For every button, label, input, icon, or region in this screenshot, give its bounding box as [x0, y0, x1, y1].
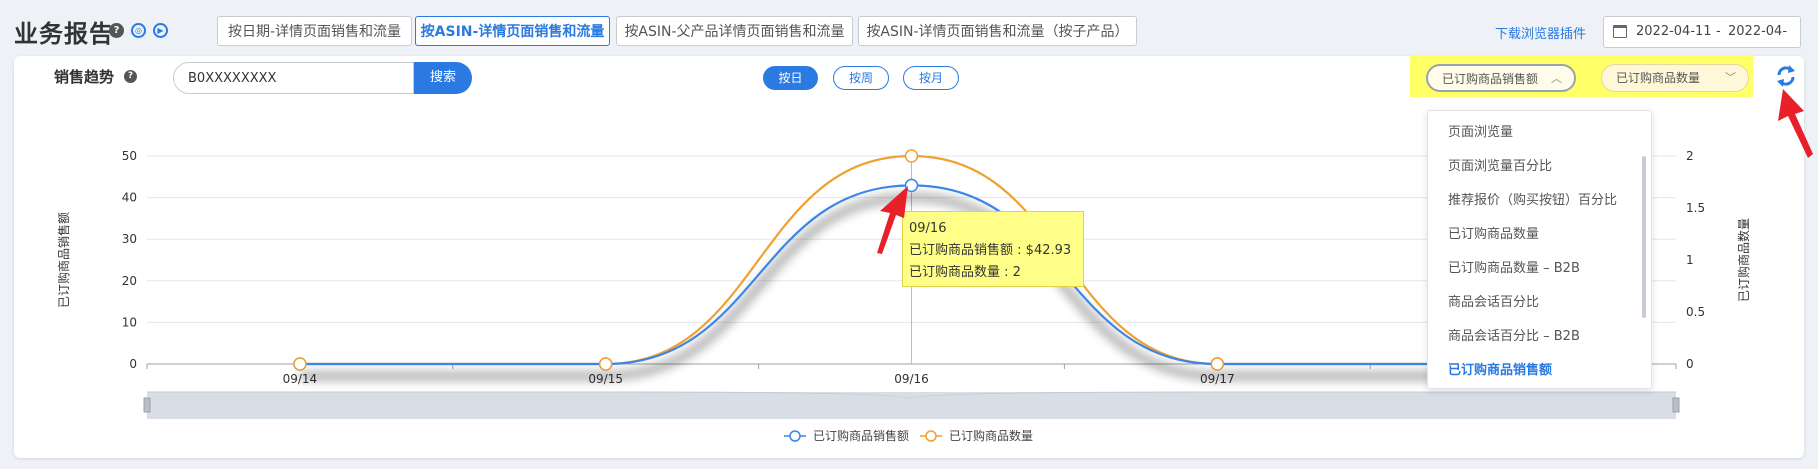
series-quantity-point[interactable]: [904, 149, 919, 163]
dropdown-item[interactable]: 推荐报价（购买按钮）百分比: [1448, 189, 1617, 208]
y-right-tick-label: 0: [1686, 357, 1694, 371]
y-left-tick-label: 20: [122, 274, 137, 288]
dropdown-item[interactable]: 商品会话百分比: [1448, 291, 1539, 310]
y-left-tick-label: 30: [122, 232, 137, 246]
x-tick-label: 09/16: [894, 372, 929, 386]
dropdown-item[interactable]: 已订购商品数量: [1448, 223, 1539, 242]
tooltip-row-1: 已订购商品销售额 : $42.93: [909, 243, 1072, 258]
series-quantity-point[interactable]: [293, 357, 307, 371]
metric-dropdown-menu[interactable]: 页面浏览量 页面浏览量百分比 推荐报价（购买按钮）百分比 已订购商品数量 已订购…: [1427, 110, 1652, 389]
tooltip-row-2: 已订购商品数量 : 2: [909, 265, 1021, 280]
legend-series-2: 已订购商品数量: [949, 428, 1033, 443]
dropdown-item[interactable]: 商品会话百分比 – B2B: [1448, 325, 1580, 344]
y-right-tick-label: 0.5: [1686, 305, 1705, 319]
y-axis-left-label: 已订购商品销售额: [56, 212, 71, 308]
chart-tooltip: 09/16 已订购商品销售额 : $42.93 已订购商品数量 : 2: [902, 211, 1084, 287]
dropdown-item-selected[interactable]: 已订购商品销售额: [1448, 359, 1552, 378]
series-quantity-point[interactable]: [1210, 357, 1225, 371]
y-left-tick-label: 50: [122, 149, 137, 163]
zoom-handle-right[interactable]: [1672, 397, 1680, 413]
dropdown-item[interactable]: 页面浏览量百分比: [1448, 155, 1552, 174]
y-right-tick-label: 2: [1686, 149, 1694, 163]
tooltip-date: 09/16: [909, 221, 947, 236]
y-right-tick-label: 1: [1686, 253, 1694, 267]
zoom-slider[interactable]: [147, 392, 1676, 419]
chart-legend[interactable]: 已订购商品销售额 已订购商品数量: [784, 428, 1033, 443]
dropdown-scrollbar[interactable]: [1642, 156, 1646, 318]
y-left-tick-label: 40: [122, 191, 137, 205]
series-quantity-point[interactable]: [598, 357, 613, 371]
y-right-tick-label: 1.5: [1686, 201, 1705, 215]
dropdown-item[interactable]: 已订购商品数量 – B2B: [1448, 257, 1580, 276]
y-left-tick-label: 0: [129, 357, 137, 371]
zoom-handle-left[interactable]: [143, 397, 151, 413]
y-axis-right-label: 已订购商品数量: [1736, 218, 1751, 302]
y-left-tick-label: 10: [122, 315, 137, 329]
legend-series-1: 已订购商品销售额: [813, 428, 909, 443]
dropdown-item[interactable]: 页面浏览量: [1448, 121, 1513, 140]
annotation-arrow-icon: [877, 186, 908, 254]
